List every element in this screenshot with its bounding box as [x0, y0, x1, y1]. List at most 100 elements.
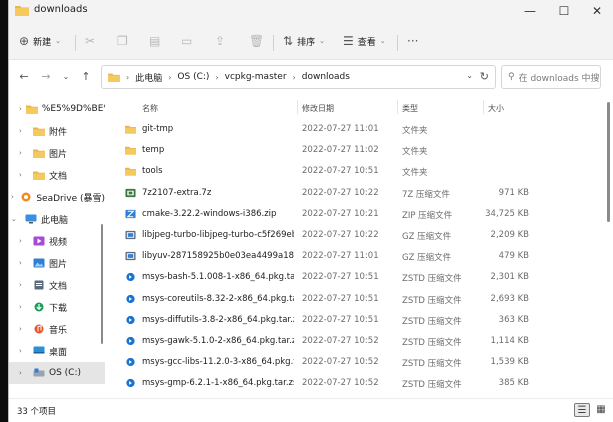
nav-item[interactable]: › OS (C:) — [9, 362, 105, 384]
details-view-button[interactable]: ☰ — [574, 403, 590, 417]
column-header-type[interactable]: 类型 — [402, 98, 418, 118]
chevron-down-icon[interactable]: ⌄ — [11, 215, 21, 223]
nav-item[interactable]: › 图片 — [9, 142, 105, 164]
nav-item[interactable]: ⌄ 此电脑 — [9, 208, 105, 230]
archive-7z-icon — [125, 188, 136, 197]
nav-item-label: 图片 — [49, 149, 68, 160]
column-header-size[interactable]: 大小 — [488, 98, 504, 118]
delete-button[interactable]: 🗑 — [249, 30, 264, 52]
chevron-right-icon[interactable]: › — [19, 303, 29, 311]
nav-item[interactable]: › %E5%9D%BE%E5 — [9, 98, 105, 120]
file-date: 2022-07-27 10:22 — [302, 230, 379, 240]
file-row[interactable]: msys-diffutils-3.8-2-x86_64.pkg.tar.zst 2… — [105, 310, 605, 331]
nav-item[interactable]: › SeaDrive (暴雪) — [9, 186, 105, 208]
file-date: 2022-07-27 10:52 — [302, 357, 379, 368]
maximize-button[interactable]: ☐ — [547, 0, 581, 22]
file-size: 479 KB — [498, 251, 529, 262]
plus-circle-icon: ⊕ — [19, 34, 30, 48]
nav-item[interactable]: › 下载 — [9, 296, 105, 318]
breadcrumb-downloads[interactable]: downloads — [302, 72, 350, 82]
more-options-button[interactable]: ··· — [407, 30, 418, 52]
chevron-right-icon[interactable]: › — [19, 237, 29, 245]
nav-item[interactable]: › 文档 — [9, 274, 105, 296]
new-label: 新建 — [33, 37, 52, 48]
address-history-dropdown[interactable]: ⌄ — [466, 71, 473, 80]
rename-button[interactable]: ▭ — [181, 30, 192, 52]
search-placeholder: 在 downloads 中搜索 — [518, 73, 601, 84]
file-type: GZ 压缩文件 — [402, 253, 452, 264]
desktop-icon — [33, 346, 45, 354]
paste-button[interactable]: ▤ — [149, 30, 160, 52]
chevron-right-icon[interactable]: › — [19, 259, 29, 267]
chevron-right-icon[interactable]: › — [19, 347, 29, 355]
trash-icon: 🗑 — [249, 34, 265, 48]
file-row[interactable]: cmake-3.22.2-windows-i386.zip 2022-07-27 … — [105, 204, 605, 225]
close-button[interactable]: ✕ — [580, 0, 613, 22]
file-row[interactable]: msys-gmp-6.2.1-1-x86_64.pkg.tar.zst 2022-… — [105, 373, 605, 394]
file-type: 文件夹 — [402, 126, 428, 136]
chevron-right-icon[interactable]: › — [19, 171, 29, 179]
tiles-view-button[interactable]: ▦ — [593, 403, 609, 417]
forward-button[interactable]: → — [37, 69, 55, 85]
file-row[interactable]: tools 2022-07-27 10:51 文件夹 — [105, 161, 605, 182]
column-header-date[interactable]: 修改日期 — [302, 98, 334, 118]
chevron-right-icon[interactable]: › — [19, 369, 29, 377]
search-box[interactable]: ⚲ 在 downloads 中搜索 — [501, 65, 601, 89]
file-row[interactable]: temp 2022-07-27 11:02 文件夹 — [105, 140, 605, 161]
file-row[interactable]: msys-coreutils-8.32-2-x86_64.pkg.tar....… — [105, 289, 605, 310]
up-button[interactable]: ↑ — [77, 69, 95, 85]
zst-icon — [126, 379, 135, 388]
sort-button[interactable]: ⇅ 排序 ⌄ — [283, 30, 325, 52]
column-divider[interactable] — [297, 100, 298, 114]
refresh-icon[interactable]: ↻ — [480, 70, 489, 83]
cut-button[interactable]: ✂ — [85, 30, 95, 52]
nav-item[interactable]: › 文档 — [9, 164, 105, 186]
chevron-right-icon[interactable]: › — [19, 127, 29, 135]
nav-item[interactable]: › 图片 — [9, 252, 105, 274]
toolbar-divider — [397, 35, 398, 51]
minimize-button[interactable]: — — [513, 0, 547, 22]
file-name: msys-diffutils-3.8-2-x86_64.pkg.tar.zst — [142, 314, 294, 325]
chevron-right-icon[interactable]: › — [19, 325, 29, 333]
column-divider[interactable] — [397, 100, 398, 114]
file-list-scrollbar[interactable] — [607, 102, 610, 222]
breadcrumb-this-pc[interactable]: 此电脑 — [135, 71, 162, 84]
folder-icon — [15, 6, 29, 16]
title-bar: downloads — ☐ ✕ — [9, 0, 613, 22]
breadcrumb-os-c[interactable]: OS (C:) — [177, 72, 209, 82]
music-icon — [34, 324, 44, 334]
file-row[interactable]: libyuv-287158925b0e03ea4499a18b4... 2022-… — [105, 246, 605, 267]
file-row[interactable]: libjpeg-turbo-libjpeg-turbo-c5f269eb... 2… — [105, 225, 605, 246]
nav-item[interactable]: › 桌面 — [9, 340, 105, 362]
archive-gz-icon — [125, 252, 136, 261]
back-button[interactable]: ← — [15, 69, 33, 85]
zst-icon — [126, 336, 135, 346]
file-type: ZSTD 压缩文件 — [402, 274, 462, 285]
view-button[interactable]: ☰ 查看 ⌄ — [343, 30, 386, 52]
nav-item[interactable]: › 音乐 — [9, 318, 105, 340]
column-divider[interactable] — [483, 100, 484, 114]
arrow-up-icon: ↑ — [81, 70, 91, 83]
nav-item[interactable]: › 附件 — [9, 120, 105, 142]
chevron-right-icon[interactable]: › — [19, 281, 29, 289]
recent-locations-button[interactable]: ⌄ — [57, 69, 75, 85]
file-row[interactable]: msys-bash-5.1.008-1-x86_64.pkg.tar.... 20… — [105, 267, 605, 288]
copy-button[interactable]: ❐ — [117, 30, 128, 52]
share-button[interactable]: ⇪ — [215, 30, 225, 52]
breadcrumb-vcpkg-master[interactable]: vcpkg-master — [225, 72, 287, 82]
chevron-right-icon[interactable]: › — [11, 193, 16, 201]
file-date: 2022-07-27 11:01 — [302, 124, 379, 134]
new-button[interactable]: ⊕ 新建 ⌄ — [19, 30, 61, 52]
column-header-name[interactable]: 名称 — [142, 98, 158, 118]
address-bar[interactable]: › 此电脑 › OS (C:) › vcpkg-master › downloa… — [101, 65, 496, 89]
chevron-right-icon[interactable]: › — [19, 149, 29, 157]
file-row[interactable]: git-tmp 2022-07-27 11:01 文件夹 — [105, 119, 605, 140]
file-date: 2022-07-27 10:51 — [302, 314, 379, 325]
nav-item[interactable]: › 视频 — [9, 230, 105, 252]
toolbar-divider — [273, 35, 274, 51]
file-row[interactable]: 7z2107-extra.7z 2022-07-27 10:22 7Z 压缩文件 97… — [105, 183, 605, 204]
chevron-right-icon[interactable]: › — [19, 105, 22, 113]
details-view-icon: ☰ — [577, 405, 587, 416]
file-row[interactable]: msys-gcc-libs-11.2.0-3-x86_64.pkg.ta... 2… — [105, 352, 605, 373]
file-row[interactable]: msys-gawk-5.1.0-2-x86_64.pkg.tar.zst 2022… — [105, 331, 605, 352]
